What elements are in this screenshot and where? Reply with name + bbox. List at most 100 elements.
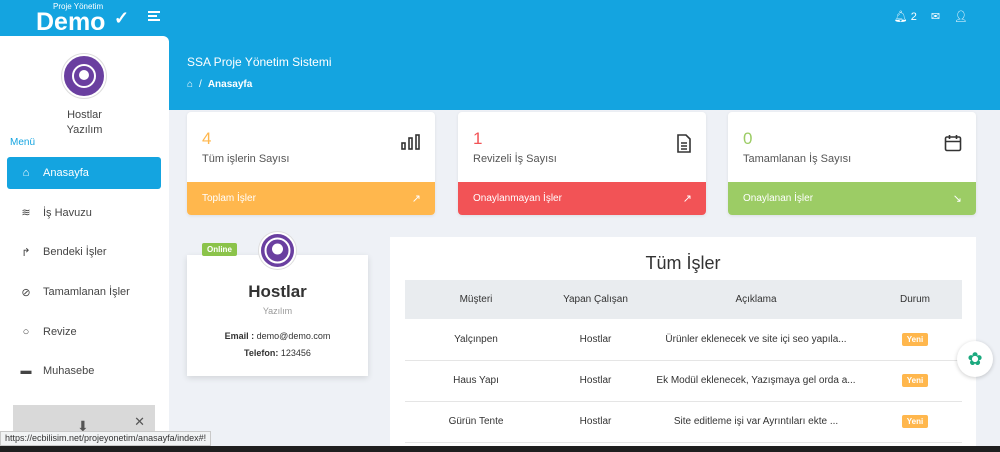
breadcrumb: ⌂ / Anasayfa <box>187 79 252 90</box>
share-icon: ↱ <box>21 246 31 259</box>
sidebar-item-tamamlanan-isler[interactable]: ⊘ Tamamlanan İşler <box>7 276 161 308</box>
status-badge: Yeni <box>901 374 929 387</box>
sidebar-item-muhasebe[interactable]: ▬ Muhasebe <box>7 355 161 387</box>
avatar-image <box>72 64 96 88</box>
chat-icon: ○ <box>22 325 30 338</box>
column-header-durum[interactable]: Durum <box>868 280 962 319</box>
ai-assistant-icon: ✿ <box>967 348 983 369</box>
bell-icon: 🔔︎ <box>893 11 908 23</box>
profile-name: Hostlar <box>248 282 307 301</box>
stat-footer-label: Onaylanmayan İşler <box>473 193 562 204</box>
top-actions: 🔔︎ 2 ✉ 👤︎ <box>893 10 968 24</box>
stat-card-completed: 0 Tamamlanan İş Sayısı Onaylanan İşler ↘ <box>728 112 976 215</box>
sidebar-item-label: Anasayfa <box>43 167 89 179</box>
wallet-icon: ▬ <box>20 365 32 378</box>
stat-label: Tüm işlerin Sayısı <box>202 153 290 165</box>
stat-footer-label: Toplam İşler <box>202 193 256 204</box>
sidebar-menu: ⌂ Anasayfa ≋ İş Havuzu ↱ Bendeki İşler ⊘… <box>7 157 161 395</box>
notification-count: 2 <box>910 10 917 23</box>
email-label: Email : <box>224 331 255 341</box>
sidebar-item-is-havuzu[interactable]: ≋ İş Havuzu <box>7 197 161 229</box>
table-row[interactable]: Gürün Tente Hostlar Site editleme işi va… <box>405 401 962 443</box>
profile-avatar <box>259 232 296 269</box>
table-header-row: Müşteri Yapan Çalışan Açıklama Durum <box>405 280 962 319</box>
status-badge: Yeni <box>901 415 929 428</box>
assistant-button[interactable]: ✿ <box>957 341 993 377</box>
email-value: demo@demo.com <box>256 331 331 341</box>
calendar-icon <box>944 134 962 157</box>
jobs-panel: Tüm İşler Müşteri Yapan Çalışan Açıklama… <box>390 237 976 452</box>
column-header-musteri[interactable]: Müşteri <box>405 280 547 319</box>
stat-value: 0 <box>743 129 753 148</box>
phone-label: Telefon: <box>244 348 279 358</box>
sidebar-avatar <box>62 54 106 98</box>
sidebar-item-bendeki-isler[interactable]: ↱ Bendeki İşler <box>7 236 161 268</box>
worker-cell: Hostlar <box>547 401 644 443</box>
avatar-image <box>264 237 291 264</box>
worker-cell: Hostlar <box>547 360 644 402</box>
stat-footer[interactable]: Toplam İşler ↗ <box>187 182 435 215</box>
profile-email: Email : demo@demo.com <box>187 331 368 341</box>
menu-toggle-icon[interactable] <box>148 11 160 21</box>
stat-value: 4 <box>202 129 212 148</box>
stat-label: Tamamlanan İş Sayısı <box>743 153 852 165</box>
logo-check-icon: ✓ <box>114 8 130 28</box>
profile-phone: Telefon: 123456 <box>187 348 368 358</box>
user-icon[interactable]: 👤︎ <box>954 10 968 23</box>
layers-icon: ≋ <box>21 207 31 220</box>
logo-title: Demo <box>36 8 106 36</box>
sidebar-user-name: Hostlar <box>67 109 102 121</box>
status-cell: Yeni <box>868 319 962 361</box>
sidebar-user: Hostlar Yazılım <box>0 108 169 138</box>
sidebar-item-revize[interactable]: ○ Revize <box>7 316 161 348</box>
status-bar-url: https://ecbilisim.net/projeyonetim/anasa… <box>0 431 212 446</box>
column-header-yapan-calisan[interactable]: Yapan Çalışan <box>547 280 644 319</box>
sidebar-item-label: Revize <box>43 325 77 338</box>
online-badge: Online <box>202 243 237 256</box>
stat-footer-label: Onaylanan İşler <box>743 193 814 204</box>
stat-label: Revizeli İş Sayısı <box>473 153 557 165</box>
notification-button[interactable]: 🔔︎ 2 <box>893 10 917 24</box>
home-icon: ⌂ <box>22 167 30 179</box>
customer-cell: Haus Yapı <box>405 360 547 402</box>
trending-up-icon: ↗ <box>411 193 421 205</box>
table-row[interactable]: Yalçınpen Hostlar Ürünler eklenecek ve s… <box>405 319 962 361</box>
phone-value: 123456 <box>280 348 311 358</box>
check-circle-icon: ⊘ <box>21 286 31 299</box>
breadcrumb-current: Anasayfa <box>207 79 253 90</box>
sidebar-item-label: Bendeki İşler <box>43 246 107 259</box>
trending-down-icon: ↘ <box>952 193 962 205</box>
description-cell: Ek Modül eklenecek, Yazışmaya gel orda a… <box>644 360 868 402</box>
stat-card-revised: 1 Revizeli İş Sayısı Onaylanmayan İşler … <box>458 112 706 215</box>
customer-cell: Gürün Tente <box>405 401 547 443</box>
stat-value: 1 <box>473 129 483 148</box>
sidebar-item-label: Muhasebe <box>43 365 95 378</box>
jobs-table: Müşteri Yapan Çalışan Açıklama Durum Yal… <box>405 280 962 443</box>
description-cell: Site editleme işi var Ayrıntıları ekte .… <box>644 401 868 443</box>
page-title: SSA Proje Yönetim Sistemi <box>187 55 332 69</box>
stat-card-total: 4 Tüm işlerin Sayısı Toplam İşler ↗ <box>187 112 435 215</box>
sidebar-item-label: İş Havuzu <box>43 206 92 219</box>
description-cell: Ürünler eklenecek ve site içi seo yapıla… <box>644 319 868 361</box>
sidebar-user-company: Yazılım <box>66 124 103 136</box>
breadcrumb-separator: / <box>199 79 202 90</box>
trending-up-icon: ↗ <box>682 193 692 205</box>
sidebar-item-label: Tamamlanan İşler <box>43 286 130 299</box>
jobs-title: Tüm İşler <box>645 253 721 273</box>
status-cell: Yeni <box>868 360 962 402</box>
close-icon[interactable]: ✕ <box>134 414 145 430</box>
stat-footer[interactable]: Onaylanmayan İşler ↗ <box>458 182 706 215</box>
mail-icon[interactable]: ✉ <box>931 10 940 23</box>
status-badge: Yeni <box>901 332 929 346</box>
sidebar-item-anasayfa[interactable]: ⌂ Anasayfa <box>7 157 161 189</box>
home-icon[interactable]: ⌂ <box>187 79 193 90</box>
profile-role: Yazılım <box>262 306 293 316</box>
table-row[interactable]: Haus Yapı Hostlar Ek Modül eklenecek, Ya… <box>405 360 962 402</box>
bar-chart-icon <box>401 134 421 155</box>
stat-footer[interactable]: Onaylanan İşler ↘ <box>728 182 976 215</box>
sidebar: Hostlar Yazılım Menü ⌂ Anasayfa ≋ İş Hav… <box>0 36 169 452</box>
document-icon <box>676 134 692 158</box>
status-cell: Yeni <box>868 401 962 443</box>
taskbar <box>0 446 1000 452</box>
column-header-aciklama[interactable]: Açıklama <box>644 280 868 319</box>
